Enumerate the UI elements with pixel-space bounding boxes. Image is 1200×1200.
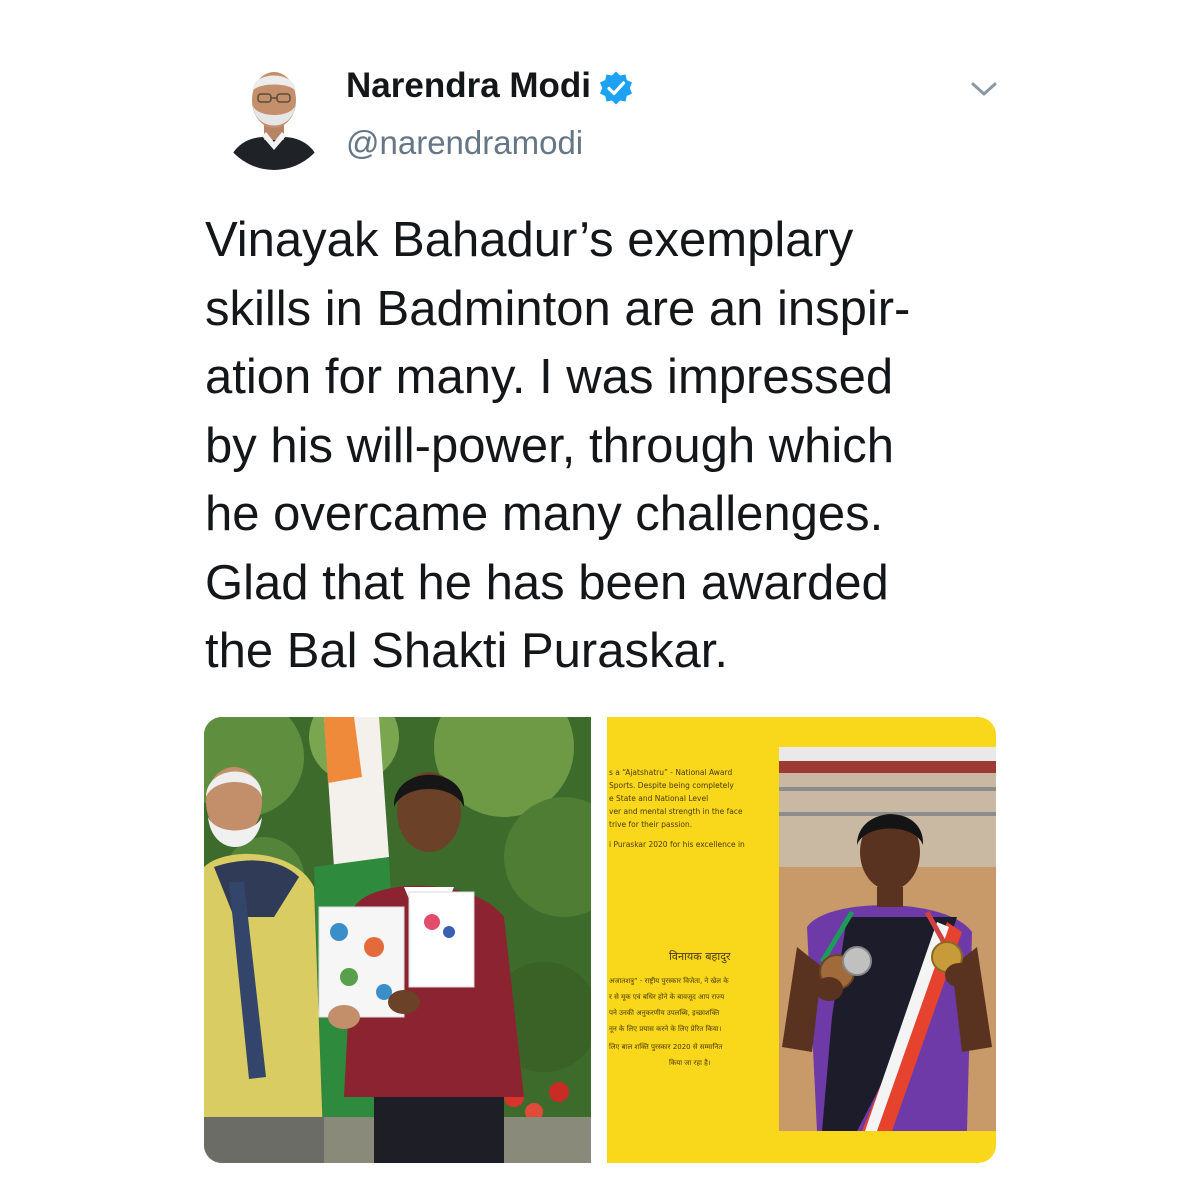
booklet-english-line: Sports. Despite being completely	[609, 781, 734, 790]
booklet-hindi-line: र से मूक एवं बधिर होने के बावजूद आप राज्…	[609, 992, 725, 1001]
tweet-text-line: he overcame many challenges.	[205, 487, 884, 541]
athlete-inset-photo	[779, 747, 996, 1131]
verified-badge-icon	[598, 70, 634, 106]
booklet-hindi-line: पने उनकी अनुकरणीय उपलब्धि, इच्छाशक्ति	[609, 1008, 720, 1017]
tweet-text-line: skills in Badminton are an inspir-	[205, 281, 911, 336]
booklet-english-line: s a “Ajatshatru” - National Award	[609, 768, 732, 777]
booklet-english-line: i Puraskar 2020 for his excellence in	[609, 840, 745, 849]
booklet-english-line: e State and National Level	[609, 794, 708, 803]
tweet-text-line: Vinayak Bahadur’s exemplary	[205, 213, 854, 267]
tweet-text-line: ation for many. I was impressed	[205, 350, 894, 404]
tweet-card: Narendra Modi @narendramodi Vinayak Baha…	[0, 0, 1200, 1200]
author-handle[interactable]: @narendramodi	[346, 124, 583, 162]
chevron-down-icon[interactable]	[966, 74, 1002, 104]
media-photo-award-ceremony[interactable]	[204, 717, 624, 1163]
booklet-english-line: trive for their passion.	[609, 820, 692, 829]
tweet-media: s a “Ajatshatru” - National Award Sports…	[204, 717, 996, 1163]
tweet-text: Vinayak Bahadur’s exemplary skills in Ba…	[205, 206, 1025, 686]
booklet-hindi-line: नून के लिए प्रयास करने के लिए प्रेरित कि…	[609, 1024, 721, 1033]
booklet-hindi-line: किया जा रहा है।	[669, 1058, 711, 1067]
author-name[interactable]: Narendra Modi	[346, 66, 591, 106]
booklet-hindi-line: लिए बाल शक्ति पुरस्कार 2020 से सम्मानित	[609, 1042, 723, 1051]
booklet-english-line: ver and mental strength in the face	[609, 807, 743, 816]
media-photo-booklet-page[interactable]: s a “Ajatshatru” - National Award Sports…	[607, 717, 996, 1163]
tweet-text-line: by his will-power, through which	[205, 418, 895, 473]
booklet-hindi-line: अजातशत्रु” - राष्ट्रीय पुरस्कार विजेता, …	[609, 976, 729, 985]
tweet-text-line: the Bal Shakti Puraskar.	[205, 624, 728, 678]
avatar[interactable]	[218, 58, 330, 170]
tweet-text-line: Glad that he has been awarded	[205, 555, 889, 610]
booklet-hindi-title: विनायक बहादुर	[669, 950, 731, 964]
